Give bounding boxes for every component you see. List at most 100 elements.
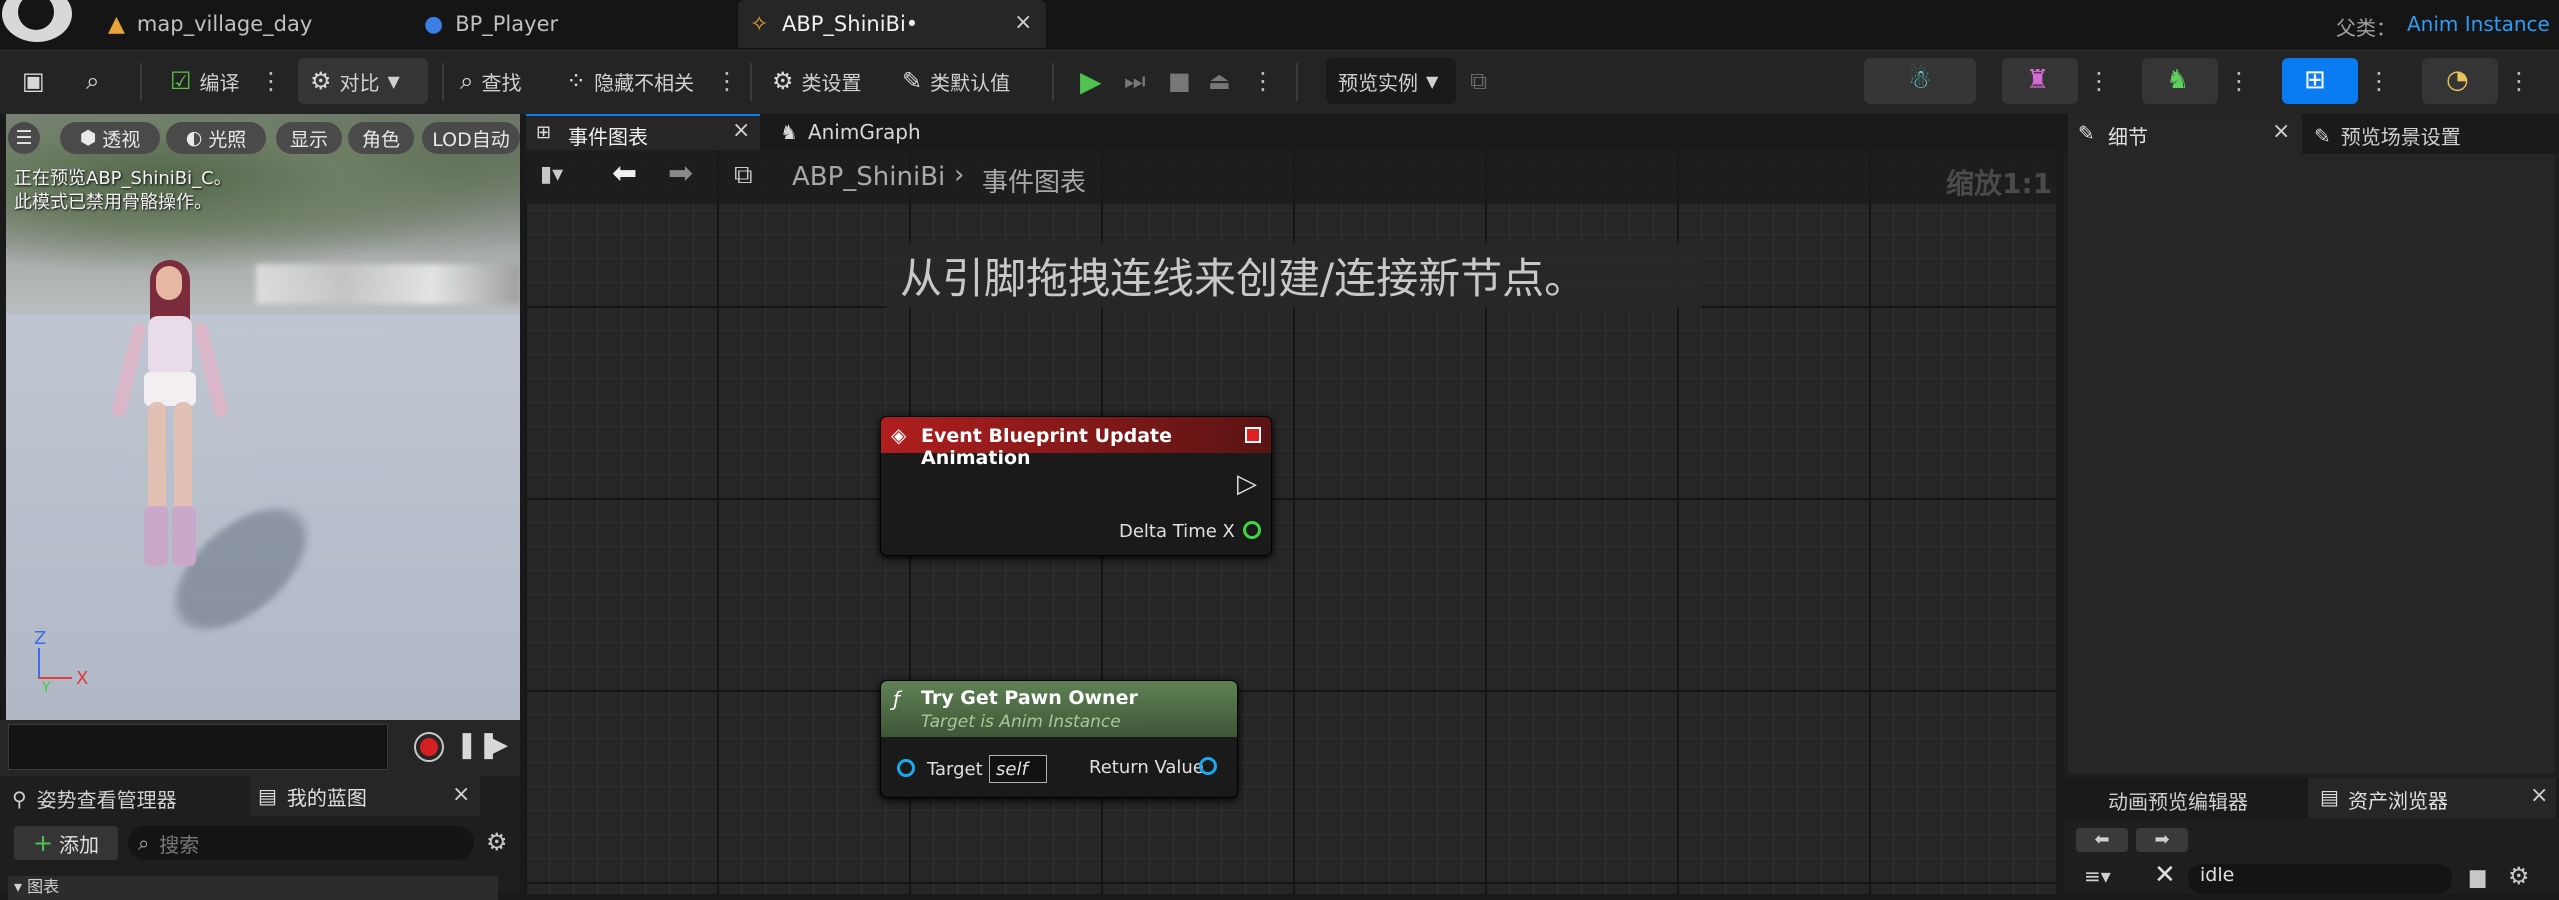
event-node-header: ◈ Event Blueprint Update Animation: [881, 417, 1271, 469]
settings-gear-icon[interactable]: ⚙: [2508, 862, 2530, 890]
folder-icon[interactable]: ▆: [2470, 864, 2485, 888]
return-value-label: Return Value: [1089, 757, 1204, 778]
compile-button[interactable]: ☑ 编译: [170, 58, 240, 104]
asset-forward-button[interactable]: ➡: [2136, 828, 2188, 852]
event-update-animation-node[interactable]: ◈ Event Blueprint Update Animation ▷ Del…: [880, 416, 1272, 556]
tab-event-graph[interactable]: ⊞ 事件图表 ×: [526, 114, 760, 150]
add-button[interactable]: + 添加: [14, 826, 118, 860]
search-icon: ⌕: [138, 831, 150, 855]
try-get-pawn-owner-node[interactable]: ƒ Try Get Pawn Owner Target is Anim Inst…: [880, 680, 1238, 798]
record-icon: [420, 738, 438, 756]
blueprint-options-icon[interactable]: ⋮: [2367, 58, 2391, 104]
character-button[interactable]: 角色: [348, 122, 414, 154]
hide-nodes-icon: ⁘: [566, 67, 587, 95]
class-settings-button[interactable]: ⚙ 类设置: [772, 58, 862, 104]
right-panel: ✎ 细节 × ✎ 预览场景设置 动画预览编辑器 ▤ 资产浏览器 × ⬅ ➡ ≡▾…: [2064, 114, 2559, 894]
tab-map-village-day[interactable]: ▲ map_village_day: [108, 0, 312, 48]
parent-class-link[interactable]: Anim Instance: [2407, 12, 2550, 36]
mesh-icon: ♜: [2026, 65, 2050, 95]
preview-viewport[interactable]: ☰ ⬢ 透视 ◐ 光照 显示 角色 LOD自动 正在预览ABP_ShiniBi_C。…: [6, 114, 520, 724]
lighting-button[interactable]: ◐ 光照: [166, 122, 266, 154]
close-event-graph-icon[interactable]: ×: [732, 118, 750, 143]
animation-options-icon[interactable]: ⋮: [2227, 58, 2251, 104]
asset-back-button[interactable]: ⬅: [2076, 828, 2128, 852]
background-cars: [256, 264, 520, 304]
perspective-button[interactable]: ⬢ 透视: [60, 122, 160, 154]
find-button[interactable]: ⌕ 查找: [460, 58, 521, 104]
blueprint-graph-icon: ⊞: [2304, 65, 2326, 95]
hide-options-icon[interactable]: ⋮: [715, 58, 739, 104]
chevron-down-icon: ▼: [387, 71, 400, 91]
graph-icon: ⊞: [536, 122, 552, 143]
close-tab-icon[interactable]: ×: [1014, 10, 1032, 35]
physics-options-icon[interactable]: ⋮: [2507, 58, 2531, 104]
asset-search-input[interactable]: idle: [2188, 864, 2452, 894]
play-options-icon[interactable]: ⋮: [1251, 58, 1275, 104]
viewport-menu-button[interactable]: ☰: [8, 122, 40, 154]
browse-button[interactable]: ⌕: [86, 58, 107, 104]
play-forward-button[interactable]: ▶: [488, 730, 508, 760]
save-button[interactable]: ▣: [22, 58, 53, 104]
details-content: [2068, 154, 2555, 774]
return-value-pin-icon[interactable]: [1199, 757, 1217, 775]
tab-bp-player[interactable]: ● BP_Player: [424, 0, 558, 48]
forward-arrow-icon[interactable]: ➡: [668, 156, 693, 191]
target-value-field[interactable]: self: [989, 755, 1047, 783]
play-button[interactable]: ▶: [1080, 58, 1110, 104]
bookmark-icon[interactable]: ▮▾: [540, 162, 563, 187]
compile-options-icon[interactable]: ⋮: [259, 58, 283, 104]
tab-preview-scene-settings[interactable]: ✎ 预览场景设置: [2314, 121, 2461, 150]
stop-button[interactable]: ■: [1168, 58, 1199, 104]
hierarchy-icon[interactable]: ⧉: [734, 160, 753, 191]
tab-details[interactable]: ✎ 细节 ×: [2068, 114, 2302, 154]
clear-search-icon[interactable]: ✕: [2154, 860, 2176, 890]
breadcrumb-root[interactable]: ABP_ShiniBi: [792, 162, 945, 192]
close-details-icon[interactable]: ×: [2272, 119, 2290, 144]
settings-gear-icon[interactable]: ⚙: [486, 828, 508, 856]
tab-asset-browser[interactable]: ▤ 资产浏览器 ×: [2308, 778, 2556, 818]
eject-button[interactable]: ⏏: [1208, 58, 1239, 104]
step-button[interactable]: ⏭: [1124, 58, 1154, 104]
back-arrow-icon[interactable]: ⬅: [612, 156, 637, 191]
mesh-options-icon[interactable]: ⋮: [2087, 58, 2111, 104]
separator: [1052, 63, 1054, 101]
tab-anim-preview-editor[interactable]: 动画预览编辑器: [2108, 786, 2248, 815]
pencil-icon: ✎: [2314, 123, 2331, 148]
axis-z-label: Z: [34, 628, 47, 649]
separator: [1296, 63, 1298, 101]
hide-unrelated-button[interactable]: ⁘ 隐藏不相关: [566, 58, 694, 104]
filter-icon[interactable]: ≡▾: [2084, 864, 2111, 888]
chevron-down-icon: ▼: [1426, 71, 1439, 91]
show-button[interactable]: 显示: [276, 122, 342, 154]
record-button[interactable]: [414, 732, 444, 762]
tab-my-blueprint[interactable]: ▤ 我的蓝图: [250, 776, 480, 816]
debug-filter-button[interactable]: ⧉: [1470, 58, 1495, 104]
cube-icon: ⬢: [79, 127, 97, 149]
tab-abp-shinibi[interactable]: ✧ ABP_ShiniBi• ×: [738, 0, 1046, 48]
tab-anim-graph[interactable]: ♞ AnimGraph: [780, 114, 921, 150]
pencil-icon: ✎: [902, 67, 923, 95]
axis-gizmo: Z X Y: [30, 628, 90, 696]
play-step-icon: ▶: [488, 730, 508, 760]
search-box[interactable]: ⌕ 搜索: [128, 826, 474, 860]
pose-watch-icon: ⚲: [12, 786, 27, 811]
event-delegate-pin-icon[interactable]: [1245, 427, 1261, 443]
character-boot-right: [172, 506, 196, 566]
exec-out-pin-icon[interactable]: ▷: [1237, 469, 1257, 499]
lod-button[interactable]: LOD自动: [422, 122, 520, 154]
graph-hint-banner: 从引脚拖拽连线来创建/连接新节点。: [886, 242, 1702, 308]
function-icon: ƒ: [893, 687, 901, 711]
close-my-blueprint-icon[interactable]: ×: [452, 782, 470, 807]
event-graph-canvas[interactable]: ⊞ 事件图表 × ♞ AnimGraph ▮▾ ⬅ ➡ ⧉ ABP_ShiniB…: [526, 114, 2056, 894]
close-asset-browser-icon[interactable]: ×: [2530, 783, 2548, 808]
float-out-pin-icon[interactable]: [1243, 521, 1261, 539]
tab-pose-watch[interactable]: ⚲ 姿势查看管理器: [12, 784, 177, 813]
running-figure-icon: ♞: [2166, 65, 2190, 95]
timeline-field[interactable]: [8, 724, 388, 770]
left-bottom-panel: ⚲ 姿势查看管理器 ▤ 我的蓝图 × + 添加 ⌕ 搜索 ⚙ ▾ 图表: [0, 776, 520, 900]
character-head: [156, 266, 182, 300]
target-pin-icon[interactable]: [897, 759, 915, 777]
breadcrumb-chevron-icon: ›: [954, 160, 965, 190]
graphs-category[interactable]: ▾ 图表: [8, 876, 498, 900]
class-defaults-button[interactable]: ✎ 类默认值: [902, 58, 1010, 104]
